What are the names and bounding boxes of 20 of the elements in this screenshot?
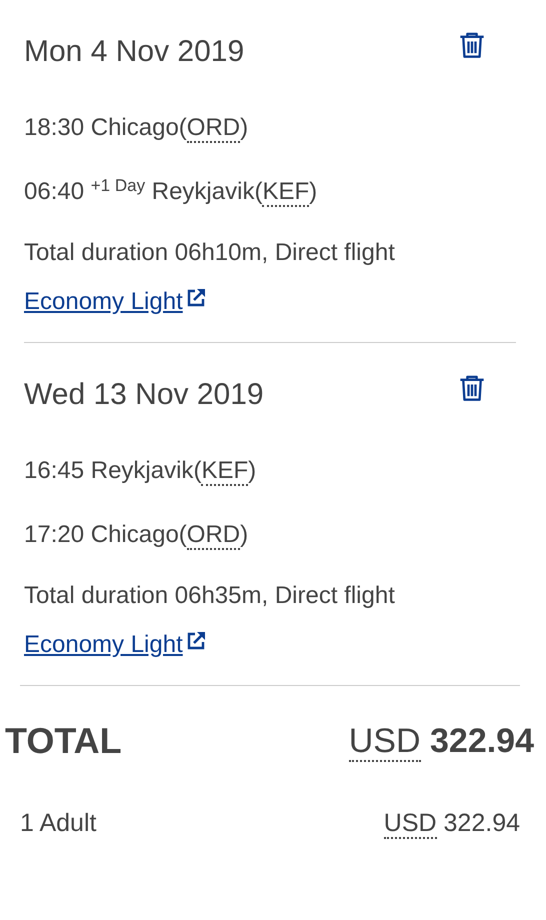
price: USD 322.94 (384, 808, 520, 838)
price: USD 322.94 (348, 721, 534, 763)
fare-link[interactable]: Economy Light (24, 625, 206, 665)
external-link-icon (186, 631, 206, 651)
external-link-icon (186, 288, 206, 308)
flight-duration: Total duration 06h35m, Direct flight (24, 581, 396, 611)
flight-date: Mon 4 Nov 2019 (24, 34, 244, 70)
trash-icon (458, 373, 486, 403)
flight-date: Wed 13 Nov 2019 (24, 377, 264, 413)
passenger-label: 1 Adult (20, 808, 96, 838)
flight-segment: 17:20 Chicago(ORD) (24, 520, 250, 552)
flight-segment: 16:45 Reykjavik(KEF) (24, 456, 258, 488)
flight-segment: 18:30 Chicago(ORD) (24, 113, 250, 145)
trash-icon (458, 30, 486, 60)
fare-link[interactable]: Economy Light (24, 282, 206, 322)
delete-button[interactable] (458, 30, 486, 60)
flight-duration: Total duration 06h10m, Direct flight (24, 238, 396, 268)
delete-button[interactable] (458, 373, 486, 403)
flight-segment: 06:40 $^{+1 Day}$ Reykjavik(KEF) (24, 175, 318, 209)
total-label: TOTAL (5, 719, 122, 763)
